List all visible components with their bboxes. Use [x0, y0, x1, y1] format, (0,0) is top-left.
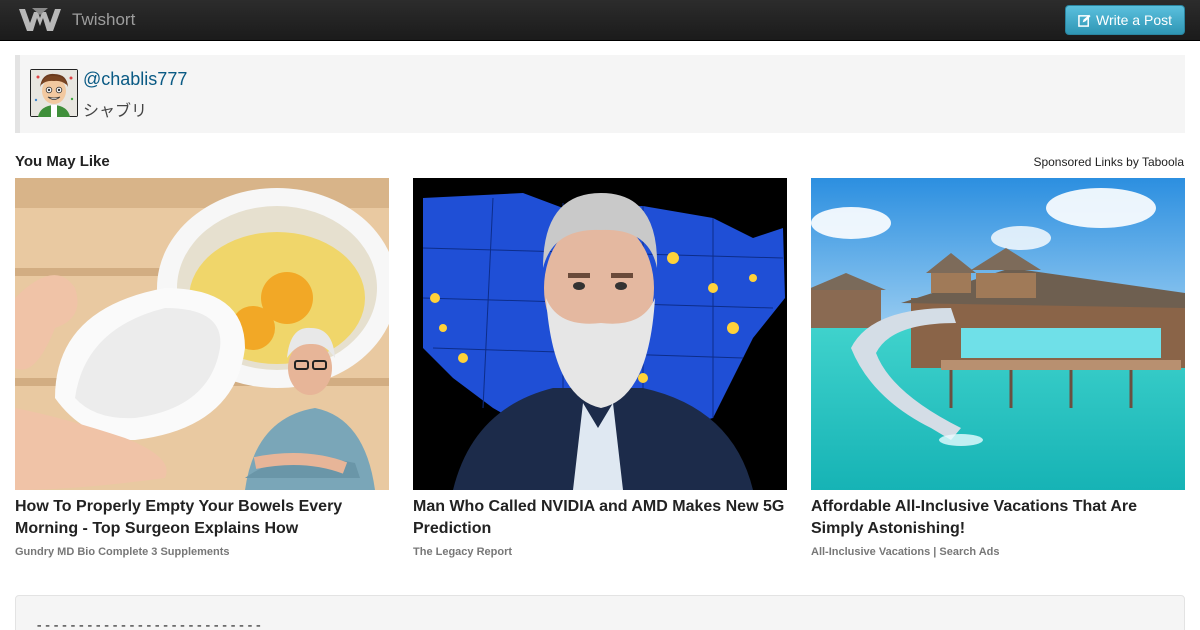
card-source[interactable]: The Legacy Report: [413, 546, 787, 558]
card-image[interactable]: [413, 178, 787, 490]
top-navbar: Twishort Write a Post: [0, 0, 1200, 41]
card-image[interactable]: [811, 178, 1185, 490]
twishort-logo-icon: [19, 8, 61, 31]
post-username[interactable]: @chablis777: [83, 69, 187, 90]
recommendation-card[interactable]: Man Who Called NVIDIA and AMD Makes New …: [413, 178, 787, 558]
recommendation-card[interactable]: How To Properly Empty Your Bowels Every …: [15, 178, 389, 558]
avatar[interactable]: [30, 69, 78, 117]
card-source[interactable]: Gundry MD Bio Complete 3 Supplements: [15, 546, 389, 558]
you-may-like-heading: You May Like: [15, 153, 110, 170]
card-title[interactable]: How To Properly Empty Your Bowels Every …: [15, 496, 389, 540]
divider-text: ---------------------------: [35, 618, 263, 630]
post-card: @chablis777 シャブリ: [15, 55, 1185, 133]
card-title[interactable]: Affordable All-Inclusive Vacations That …: [811, 496, 1185, 540]
card-source[interactable]: All-Inclusive Vacations | Search Ads: [811, 546, 1185, 558]
post-display-name: シャブリ: [83, 103, 148, 120]
recommendation-card[interactable]: Affordable All-Inclusive Vacations That …: [811, 178, 1185, 558]
brand[interactable]: Twishort: [18, 5, 135, 35]
sponsored-links-label[interactable]: Sponsored Links by Taboola: [1033, 155, 1184, 169]
card-image[interactable]: [15, 178, 389, 490]
post-content-box: ---------------------------: [15, 595, 1185, 630]
edit-icon: [1078, 14, 1091, 27]
app-name: Twishort: [72, 10, 136, 29]
write-post-button[interactable]: Write a Post: [1065, 5, 1185, 35]
card-title[interactable]: Man Who Called NVIDIA and AMD Makes New …: [413, 496, 787, 540]
write-post-label: Write a Post: [1096, 12, 1172, 28]
